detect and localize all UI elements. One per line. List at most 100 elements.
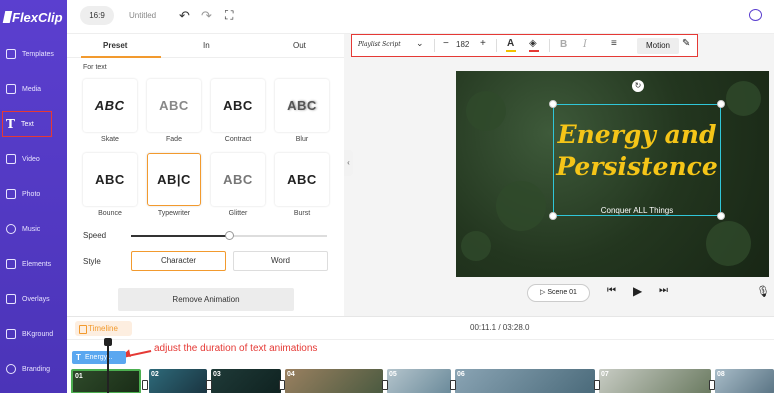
playhead[interactable] (107, 339, 109, 393)
clip-06[interactable]: 06 (455, 369, 595, 393)
divider (496, 39, 497, 52)
subline-text[interactable]: Conquer ALL Things (553, 206, 721, 215)
preset-blur[interactable]: ABC (275, 79, 329, 132)
elements-icon (6, 259, 16, 269)
video-icon (6, 154, 16, 164)
forest-texture (466, 91, 506, 131)
transition-marker[interactable] (279, 380, 285, 390)
resize-handle[interactable] (717, 100, 725, 108)
photo-icon (6, 189, 16, 199)
playhead-handle[interactable] (104, 338, 112, 346)
headline-text[interactable]: Energy and Persistence (553, 119, 721, 183)
preset-sample: ABC (95, 172, 125, 187)
sidebar-item-branding[interactable]: Branding (0, 353, 67, 385)
text-color-icon[interactable]: A (505, 38, 517, 52)
transition-marker[interactable] (594, 380, 600, 390)
edit-pen-icon[interactable]: ✎ (682, 38, 690, 49)
fullscreen-icon[interactable]: ⛶ (225, 8, 233, 23)
text-track-chip[interactable]: Energy... (72, 351, 126, 364)
clip-number: 01 (75, 373, 83, 380)
sidebar-item-label: Music (22, 225, 41, 233)
sidebar-item-background[interactable]: BKground (0, 318, 67, 350)
play-icon[interactable]: ▶ (633, 284, 642, 298)
scene-button[interactable]: ▷ Scene 01 (527, 284, 590, 302)
motion-button[interactable]: Motion (637, 38, 679, 54)
previous-icon[interactable]: ⏮ (607, 285, 616, 296)
chat-icon[interactable] (749, 9, 762, 21)
sidebar-item-label: BKground (22, 330, 54, 338)
remove-animation-button[interactable]: Remove Animation (118, 288, 294, 311)
clip-number: 06 (457, 371, 465, 378)
bold-button[interactable]: B (560, 39, 567, 50)
flexclip-logo[interactable]: FlexClip (2, 8, 64, 26)
microphone-icon[interactable]: 🎙 (756, 285, 770, 298)
clip-04[interactable]: 04 (285, 369, 383, 393)
aspect-ratio-button[interactable]: 16:9 (80, 6, 114, 25)
preset-skate[interactable]: ABC (83, 79, 137, 132)
sidebar-item-label: Branding (22, 365, 51, 373)
clip-08[interactable]: 08 (715, 369, 774, 393)
background-icon (6, 329, 16, 339)
sidebar-item-music[interactable]: Music (0, 213, 67, 245)
divider (549, 39, 550, 52)
timeline-button[interactable]: Timeline (75, 321, 132, 336)
preset-typewriter[interactable]: AB|C (147, 153, 201, 206)
overlays-icon (6, 294, 16, 304)
collapse-panel-icon[interactable]: ‹ (344, 150, 353, 176)
transition-marker[interactable] (709, 380, 715, 390)
highlight-color-icon[interactable]: ◈ (529, 38, 539, 52)
annotation-text: adjust the duration of text animations (154, 343, 318, 354)
sidebar-item-video[interactable]: Video (0, 143, 67, 175)
style-label: Style (83, 257, 101, 266)
font-size-increase-button[interactable]: + (480, 38, 486, 49)
preset-glitter[interactable]: ABC (211, 153, 265, 206)
tab-preset[interactable]: Preset (103, 41, 127, 50)
undo-icon[interactable]: ↶ (179, 8, 190, 24)
templates-icon (6, 49, 16, 59)
resize-handle[interactable] (549, 100, 557, 108)
rotate-icon[interactable]: ↻ (632, 80, 644, 92)
redo-icon[interactable]: ↷ (201, 8, 212, 24)
preset-contract[interactable]: ABC (211, 79, 265, 132)
tab-out[interactable]: Out (293, 41, 306, 50)
speed-slider[interactable] (131, 231, 327, 240)
preset-fade[interactable]: ABC (147, 79, 201, 132)
chevron-down-icon[interactable]: ⌄ (416, 38, 424, 49)
clip-02[interactable]: 02 (149, 369, 207, 393)
clip-number: 07 (601, 371, 609, 378)
style-word-button[interactable]: Word (233, 251, 328, 271)
font-size-value[interactable]: 182 (456, 40, 469, 49)
sidebar-item-photo[interactable]: Photo (0, 178, 67, 210)
clip-03[interactable]: 03 (211, 369, 281, 393)
preset-label: Blur (295, 136, 309, 143)
align-icon[interactable]: ≡ (611, 38, 617, 49)
clip-05[interactable]: 05 (387, 369, 451, 393)
next-icon[interactable]: ⏭ (659, 285, 668, 296)
tab-in[interactable]: In (203, 41, 210, 50)
transition-marker[interactable] (142, 380, 148, 390)
transition-marker[interactable] (206, 380, 212, 390)
transition-marker[interactable] (382, 380, 388, 390)
video-preview[interactable]: ↻ Energy and Persistence Conquer ALL Thi… (456, 71, 769, 277)
font-size-decrease-button[interactable]: − (443, 38, 449, 49)
speed-slider-thumb[interactable] (225, 231, 234, 240)
sidebar-item-templates[interactable]: Templates (0, 38, 67, 70)
preset-burst[interactable]: ABC (275, 153, 329, 206)
font-select[interactable]: Playlist Script (358, 41, 401, 48)
italic-button[interactable]: I (583, 39, 587, 50)
forest-texture (496, 181, 546, 231)
sidebar-item-label: Templates (22, 50, 54, 58)
transition-marker[interactable] (450, 380, 456, 390)
clip-07[interactable]: 07 (599, 369, 711, 393)
sidebar-item-media[interactable]: Media (0, 73, 67, 105)
sidebar-item-elements[interactable]: Elements (0, 248, 67, 280)
flexclip-editor: FlexClip Templates Media T Text Video Ph… (0, 0, 774, 393)
project-title[interactable]: Untitled (129, 11, 156, 20)
clip-01[interactable]: 01 (71, 369, 141, 393)
style-character-button[interactable]: Character (131, 251, 226, 271)
preset-sample: ABC (287, 172, 317, 187)
speed-label: Speed (83, 231, 107, 240)
music-icon (6, 224, 16, 234)
preset-bounce[interactable]: ABC (83, 153, 137, 206)
sidebar-item-overlays[interactable]: Overlays (0, 283, 67, 315)
